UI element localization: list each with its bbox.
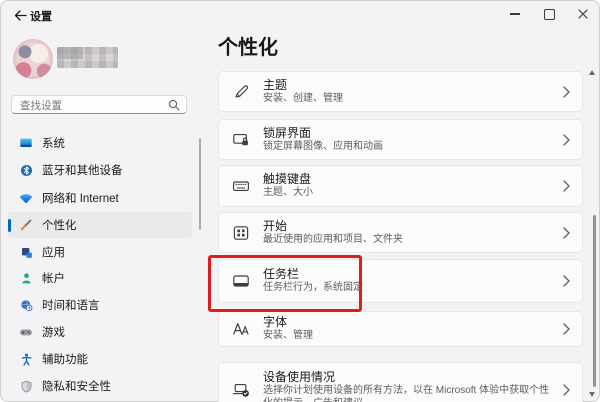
scrollbar-down-button[interactable]	[587, 390, 597, 398]
privacy-icon	[19, 379, 33, 393]
sidebar-item-label: 系统	[42, 135, 65, 151]
scroll-down-icon	[589, 392, 595, 397]
card-subtitle: 任务栏行为，系统固定	[263, 282, 555, 295]
chevron-right-icon	[563, 134, 570, 146]
chevron-right-icon	[563, 180, 570, 192]
settings-card-touch-keyboard[interactable]: 触摸键盘 主题、大小	[218, 165, 583, 207]
redaction-block	[57, 47, 83, 59]
minimize-button[interactable]	[498, 0, 532, 28]
maximize-button[interactable]	[532, 0, 566, 28]
card-subtitle: 锁定屏幕图像、应用和动画	[263, 141, 555, 154]
back-button[interactable]	[8, 5, 32, 25]
touch-keyboard-icon	[232, 177, 250, 195]
search-box	[11, 95, 187, 114]
sidebar-item-gaming[interactable]: 游戏	[8, 319, 192, 345]
user-name-redacted	[57, 47, 118, 68]
sidebar-item-bluetooth-devices[interactable]: 蓝牙和其他设备	[8, 157, 192, 183]
user-avatar[interactable]	[13, 39, 53, 79]
titlebar: 设置	[0, 0, 600, 30]
sidebar-item-label: 蓝牙和其他设备	[42, 162, 123, 178]
settings-card-lock-screen[interactable]: 锁屏界面 锁定屏幕图像、应用和动画	[218, 119, 583, 160]
chevron-right-icon	[563, 227, 570, 239]
scrollbar-thumb[interactable]	[593, 215, 596, 387]
search-input[interactable]	[18, 96, 167, 115]
network-icon	[19, 191, 33, 205]
close-icon	[578, 9, 588, 19]
apps-icon	[19, 245, 33, 259]
chevron-right-icon	[563, 323, 570, 335]
card-title: 字体	[263, 315, 555, 329]
card-subtitle: 安装、创建、管理	[263, 93, 555, 106]
settings-card-device-usage[interactable]: 设备使用情况 选择你计划使用设备的所有方法，以在 Microsoft 体验中获取…	[218, 362, 583, 402]
card-title: 开始	[263, 219, 555, 233]
sidebar-item-accounts[interactable]: 帐户	[8, 265, 192, 291]
selected-indicator	[8, 219, 11, 232]
taskbar-icon	[232, 272, 250, 290]
themes-pen-icon	[232, 83, 250, 101]
sidebar-item-network-internet[interactable]: 网络和 Internet	[8, 185, 192, 211]
chevron-right-icon	[563, 384, 570, 396]
chevron-right-icon	[563, 275, 570, 287]
settings-window: 设置	[0, 0, 600, 402]
card-subtitle: 主题、大小	[263, 187, 555, 200]
card-title: 设备使用情况	[263, 370, 555, 384]
sidebar-item-label: 网络和 Internet	[42, 190, 119, 206]
bluetooth-icon	[19, 163, 33, 177]
lock-screen-icon	[232, 131, 250, 149]
close-button[interactable]	[566, 0, 600, 28]
scrollbar-up-button[interactable]	[587, 68, 597, 76]
app-title: 设置	[30, 8, 52, 24]
sidebar-item-label: 应用	[42, 244, 65, 260]
sidebar-item-personalization[interactable]: 个性化	[8, 212, 192, 238]
card-title: 主题	[263, 78, 555, 92]
sidebar-item-apps[interactable]: 应用	[8, 239, 192, 265]
settings-card-themes[interactable]: 主题 安装、创建、管理	[218, 71, 583, 112]
card-subtitle: 最近使用的应用和项目、文件夹	[263, 234, 555, 247]
sidebar-item-label: 帐户	[42, 270, 65, 286]
scroll-up-icon	[589, 70, 595, 75]
accounts-icon	[19, 271, 33, 285]
start-menu-icon	[232, 224, 250, 242]
sidebar-item-label: 时间和语言	[42, 297, 100, 313]
accessibility-icon	[19, 352, 33, 366]
sidebar-item-label: 游戏	[42, 324, 65, 340]
sidebar-item-privacy-security[interactable]: 隐私和安全性	[8, 373, 192, 399]
sidebar-item-time-language[interactable]: 时间和语言	[8, 292, 192, 318]
minimize-icon	[510, 13, 520, 15]
gaming-icon	[19, 325, 33, 339]
sidebar-item-label: 隐私和安全性	[42, 378, 111, 394]
device-usage-icon	[232, 381, 250, 399]
sidebar-item-accessibility[interactable]: 辅助功能	[8, 346, 192, 372]
sidebar-item-label: 辅助功能	[42, 351, 88, 367]
card-subtitle: 安装、管理	[263, 330, 555, 343]
settings-card-fonts[interactable]: 字体 安装、管理	[218, 311, 583, 347]
card-title: 锁屏界面	[263, 126, 555, 140]
search-icon	[168, 99, 180, 111]
time-language-icon	[19, 298, 33, 312]
personalization-icon	[19, 218, 33, 232]
window-controls	[498, 0, 600, 28]
page-title: 个性化	[218, 31, 278, 60]
fonts-icon	[232, 320, 250, 338]
system-icon	[19, 136, 33, 150]
back-arrow-icon	[14, 10, 27, 21]
sidebar-item-label: 个性化	[42, 217, 77, 233]
sidebar-item-system[interactable]: 系统	[8, 130, 192, 156]
card-title: 任务栏	[263, 267, 555, 281]
card-title: 触摸键盘	[263, 172, 555, 186]
settings-card-start[interactable]: 开始 最近使用的应用和项目、文件夹	[218, 212, 583, 253]
settings-card-taskbar[interactable]: 任务栏 任务栏行为，系统固定	[218, 259, 583, 303]
chevron-right-icon	[563, 86, 570, 98]
card-subtitle: 选择你计划使用设备的所有方法，以在 Microsoft 体验中获取个性化的提示、…	[263, 385, 555, 402]
maximize-icon	[544, 9, 555, 20]
sidebar-scrollbar-thumb[interactable]	[199, 138, 201, 230]
